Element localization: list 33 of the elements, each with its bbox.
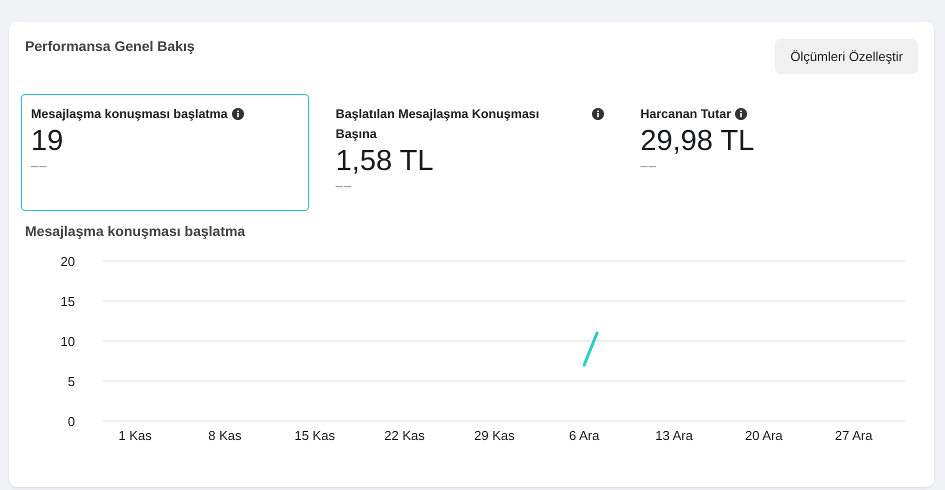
y-axis-label: 20 <box>60 254 75 269</box>
info-icon[interactable] <box>735 108 748 120</box>
metric-label: Mesajlaşma konuşması başlatma <box>31 106 228 123</box>
metric-label: Harcanan Tutar <box>640 106 732 123</box>
x-axis-label: 8 Kas <box>208 428 242 443</box>
info-icon[interactable] <box>592 108 604 120</box>
x-axis-label: 27 Ara <box>834 428 872 443</box>
x-axis-label: 22 Kas <box>384 428 425 443</box>
y-axis-label: 0 <box>68 414 75 429</box>
x-axis-label: 29 Kas <box>474 428 515 443</box>
y-axis-label: 5 <box>68 374 75 389</box>
customize-metrics-button[interactable]: Ölçümleri Özelleştir <box>775 39 918 74</box>
metric-change: –– <box>31 158 48 173</box>
x-axis-label: 15 Kas <box>294 428 335 443</box>
metric-card[interactable]: Mesajlaşma konuşması başlatma 19 –– <box>21 94 309 211</box>
metric-card[interactable]: Harcanan Tutar 29,98 TL –– <box>630 94 918 211</box>
metric-value: 29,98 TL <box>640 124 756 158</box>
chart-line <box>582 332 599 366</box>
metric-value: 19 <box>31 124 64 158</box>
metric-change: –– <box>336 178 354 193</box>
panel-title: Performansa Genel Bakış <box>25 38 195 54</box>
x-axis-label: 1 Kas <box>118 428 152 443</box>
y-axis-label: 15 <box>60 294 75 309</box>
metric-value: 1,58 TL <box>336 144 434 178</box>
chart-title: Mesajlaşma konuşması başlatma <box>25 223 246 239</box>
metric-change: –– <box>640 158 658 173</box>
metric-label: Başlatılan Mesajlaşma Konuşması Başına <box>336 106 540 143</box>
y-axis-label: 10 <box>60 334 75 349</box>
x-axis-label: 6 Ara <box>569 428 600 443</box>
x-axis-label: 20 Ara <box>745 428 783 443</box>
info-icon[interactable] <box>232 108 244 120</box>
metric-card[interactable]: Başlatılan Mesajlaşma Konuşması Başına 1,58 TL –– <box>326 94 614 211</box>
x-axis-label: 13 Ara <box>655 428 693 443</box>
